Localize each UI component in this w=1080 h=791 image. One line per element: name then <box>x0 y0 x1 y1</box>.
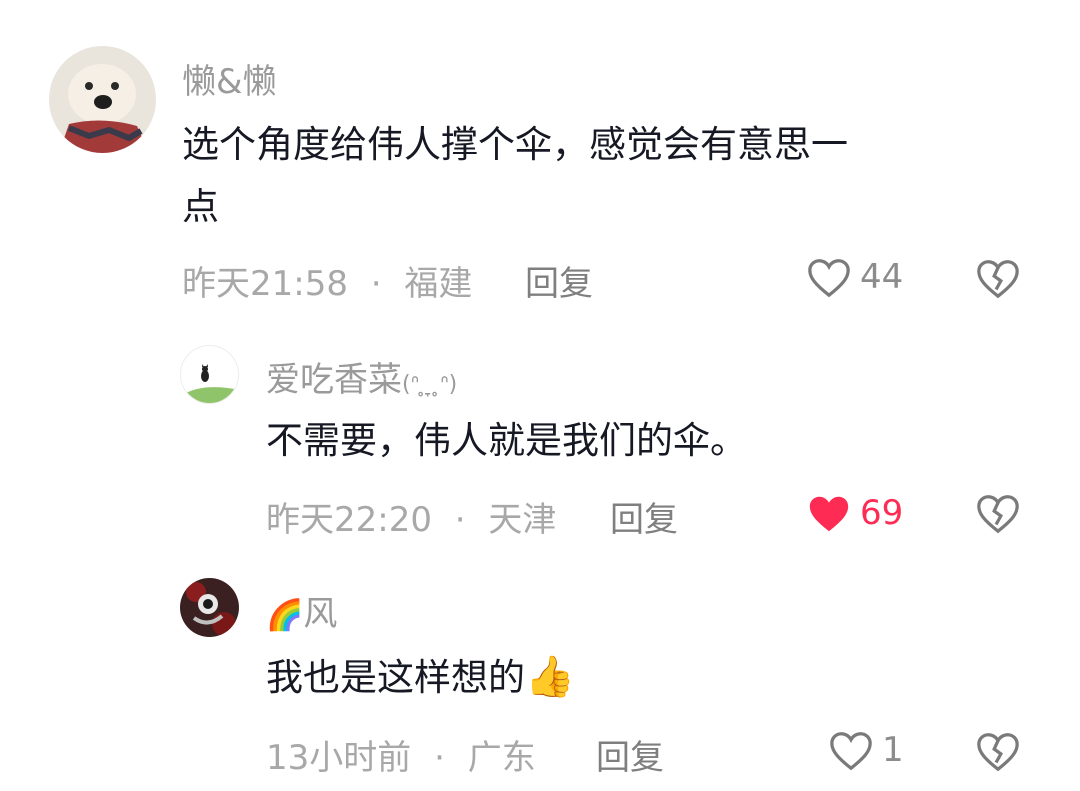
comment-text: 不需要，伟人就是我们的伞。 <box>266 419 747 462</box>
like-count: 1 <box>882 730 904 770</box>
reply-button[interactable]: 回复 <box>525 256 593 305</box>
comment-text: 点 <box>182 185 219 228</box>
like-count: 69 <box>860 493 904 533</box>
avatar[interactable] <box>180 578 239 637</box>
username[interactable]: 懒&懒 <box>182 54 277 103</box>
heart-filled-icon <box>809 496 849 532</box>
timestamp: 昨天21:58 <box>182 264 348 304</box>
broken-heart-icon <box>977 495 1019 534</box>
like-button[interactable]: 69 <box>806 491 903 535</box>
rainbow-icon: 🌈 <box>266 598 304 633</box>
avatar[interactable] <box>180 345 239 404</box>
timestamp: 昨天22:20 <box>266 500 432 540</box>
reply-button[interactable]: 回复 <box>610 492 678 541</box>
location: 广东 <box>467 738 536 778</box>
username[interactable]: 爱吃香菜(ᐢ ̥ ̞ ̥ᐢ) <box>266 352 457 401</box>
broken-heart-icon <box>977 733 1019 772</box>
timestamp: 13小时前 <box>266 738 412 778</box>
thumbs-up-icon: 👍 <box>525 654 575 700</box>
comment-text: 选个角度给伟人撑个伞，感觉会有意思一 <box>182 123 848 166</box>
heart-outline-icon <box>830 732 872 771</box>
location: 天津 <box>488 500 557 540</box>
reply-button[interactable]: 回复 <box>596 730 664 779</box>
username[interactable]: 🌈风 <box>266 586 337 635</box>
like-count: 44 <box>860 257 904 297</box>
kaomoji: (ᐢ ̥ ̞ ̥ᐢ) <box>402 372 458 397</box>
dislike-button[interactable] <box>975 256 1021 304</box>
timestamp-location: 13小时前 · 广东 <box>266 730 536 779</box>
like-button[interactable]: 1 <box>828 728 904 772</box>
separator: · <box>434 738 445 778</box>
like-button[interactable]: 44 <box>806 255 903 299</box>
separator: · <box>454 500 466 540</box>
location: 福建 <box>404 264 473 304</box>
timestamp-location: 昨天22:20 · 天津 <box>266 492 556 541</box>
dislike-button[interactable] <box>975 491 1021 539</box>
heart-outline-icon <box>808 259 850 298</box>
comment-text: 我也是这样想的👍 <box>266 654 575 700</box>
avatar[interactable] <box>49 46 156 153</box>
timestamp-location: 昨天21:58 · 福建 <box>182 256 472 305</box>
dislike-button[interactable] <box>975 729 1021 777</box>
separator: · <box>370 264 382 304</box>
broken-heart-icon <box>977 260 1019 299</box>
